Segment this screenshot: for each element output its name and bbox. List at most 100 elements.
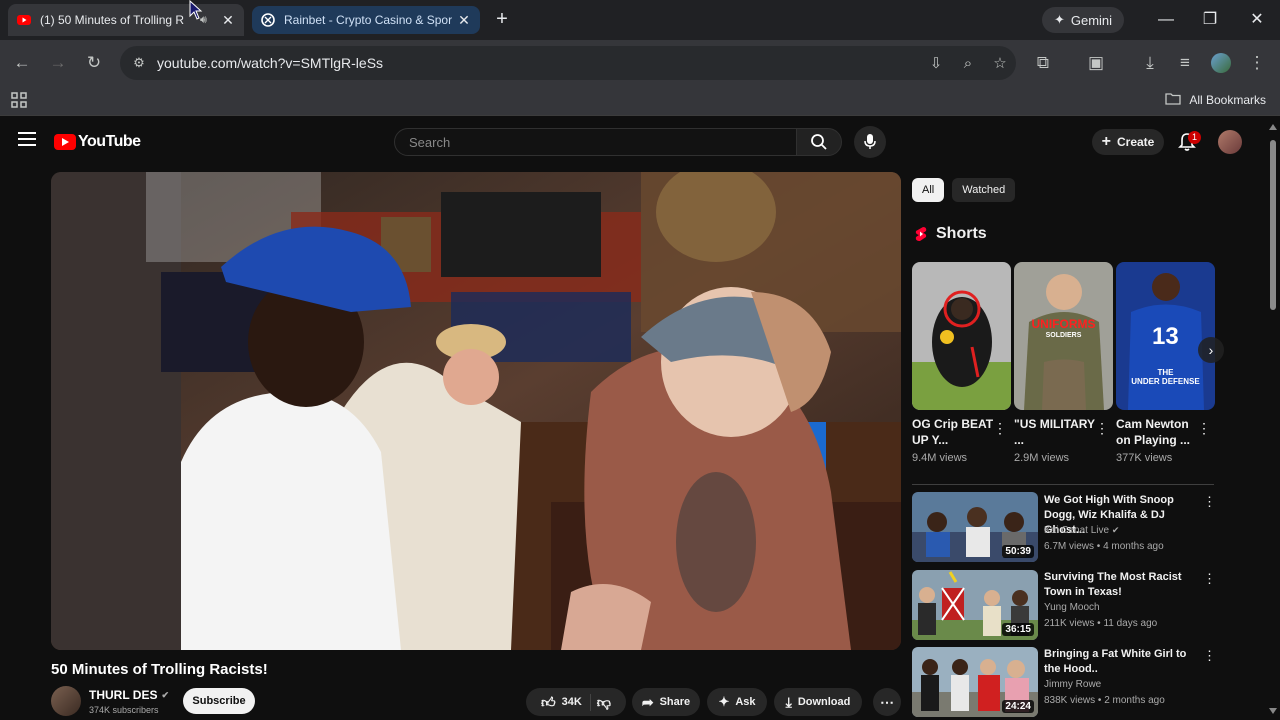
short-menu-icon[interactable]: ⋮ [993,420,1007,437]
video-duration: 50:39 [1002,545,1034,558]
profile-icon[interactable] [1210,52,1232,74]
download-button[interactable]: ⤓ Download [774,688,862,716]
shorts-icon [915,227,927,241]
youtube-logo[interactable]: YouTube [54,133,141,151]
short-views: 377K views [1116,452,1173,464]
search-input[interactable]: Search [394,128,797,156]
minimize-icon[interactable]: — [1156,10,1176,30]
sparkle-icon: ✦ [718,694,730,709]
back-icon[interactable]: ← [11,52,33,74]
verified-check-icon: ✔︎ [161,689,169,700]
mouse-cursor-icon [189,0,203,20]
close-tab-icon[interactable]: ✕ [456,12,472,28]
address-bar[interactable]: ⚙︎ youtube.com/watch?v=SMTlgR-leSs ⇩ ⌕ ☆ [120,46,1016,80]
restore-icon[interactable]: ❐ [1200,10,1220,30]
youtube-favicon-icon [16,12,32,28]
channel-name[interactable]: THURL DES ✔︎ [89,688,169,702]
sparkle-icon: ✦ [1053,12,1065,27]
short-thumbnail[interactable]: 13 THE UNDER DEFENSE [1116,262,1215,410]
short-title[interactable]: OG Crip BEAT UP Y... [912,416,994,448]
account-avatar[interactable] [1218,130,1242,154]
chip-watched[interactable]: Watched [952,178,1016,202]
hamburger-menu-icon[interactable] [18,132,36,148]
close-tab-icon[interactable]: ✕ [220,12,236,28]
forward-icon[interactable]: → [47,52,69,74]
short-overlay-text: UNIFORMS [1031,317,1096,331]
short-views: 9.4M views [912,452,968,464]
video-player[interactable] [51,172,901,650]
video-channel[interactable]: Yung Mooch [1044,602,1100,613]
short-menu-icon[interactable]: ⋮ [1095,420,1109,437]
video-thumbnail[interactable]: 36:15 [912,570,1038,640]
video-menu-icon[interactable]: ⋮ [1203,494,1216,510]
bookmarks-bar: All Bookmarks [0,86,1280,116]
plus-icon: + [1101,133,1111,150]
dislike-button[interactable]: 👎︎ [597,694,611,711]
video-title-link[interactable]: Bringing a Fat White Girl to the Hood.. [1044,647,1204,677]
short-overlay-text: SOLDIERS [1045,332,1082,339]
apps-grid-icon[interactable] [11,92,29,110]
media-controls-icon[interactable]: ≡ [1174,52,1196,74]
zoom-icon[interactable]: ⌕ [952,55,984,72]
tab-rainbet[interactable]: Rainbet - Crypto Casino & Spor ✕ [252,6,480,34]
video-channel[interactable]: Jimmy Rowe [1044,679,1101,690]
video-menu-icon[interactable]: ⋮ [1203,648,1216,664]
ask-button[interactable]: ✦ Ask [707,688,767,716]
all-bookmarks-button[interactable]: All Bookmarks [1165,92,1266,108]
install-app-icon[interactable]: ⇩ [920,54,952,72]
youtube-wordmark: YouTube [78,133,141,150]
downloads-icon[interactable]: ⤓ [1139,52,1161,74]
site-settings-icon[interactable]: ⚙︎ [124,55,154,71]
channel-avatar[interactable] [51,686,81,716]
short-thumbnail[interactable]: UNIFORMS SOLDIERS [1014,262,1113,410]
video-duration: 36:15 [1002,623,1034,636]
subscribe-button[interactable]: Subscribe [183,688,255,714]
chip-all[interactable]: All [912,178,945,202]
browser-toolbar: ← → ↻ ⚙︎ youtube.com/watch?v=SMTlgR-leSs… [0,40,1280,86]
short-menu-icon[interactable]: ⋮ [1197,420,1211,437]
video-menu-icon[interactable]: ⋮ [1203,571,1216,587]
extensions-icon[interactable]: ⧉ [1032,52,1054,74]
microphone-icon [864,134,876,149]
new-tab-icon[interactable]: + [492,9,512,30]
video-thumbnail[interactable]: 50:39 [912,492,1038,562]
like-dislike-group: 👍︎ 34K 👎︎ [526,688,626,716]
channel-name-label: THURL DES [89,688,158,702]
page-scrollbar[interactable] [1266,120,1280,720]
like-button[interactable]: 👍︎ 34K [541,693,591,711]
subscriber-count: 374K subscribers [89,705,159,715]
url-text[interactable]: youtube.com/watch?v=SMTlgR-leSs [157,55,920,71]
tab-youtube[interactable]: (1) 50 Minutes of Trolling R 🔊︎ ✕ [8,4,244,36]
like-count: 34K [561,696,582,708]
filter-chips: All Watched [912,178,1016,202]
search-button[interactable] [796,128,842,156]
scroll-up-arrow-icon[interactable] [1269,124,1277,130]
youtube-header: YouTube Search + Create [0,120,1266,164]
video-channel[interactable]: Kai Cenat Live ✔︎ [1044,525,1119,536]
create-button[interactable]: + Create [1092,129,1164,155]
scroll-down-arrow-icon[interactable] [1269,708,1277,714]
menu-kebab-icon[interactable]: ⋮ [1246,52,1268,74]
scrollbar-thumb[interactable] [1270,140,1276,310]
video-title-link[interactable]: Surviving The Most Racist Town in Texas! [1044,570,1204,600]
share-button[interactable]: ➦ Share [632,688,700,716]
voice-search-button[interactable] [854,126,886,158]
rainbet-favicon-icon [260,12,276,28]
short-thumbnail[interactable] [912,262,1011,410]
more-actions-button[interactable]: ⋯ [873,688,901,716]
youtube-play-icon [54,134,76,150]
gemini-button[interactable]: ✦ Gemini [1042,7,1124,33]
short-overlay-text: THE [1157,368,1174,377]
share-label: Share [659,696,691,708]
video-title: 50 Minutes of Trolling Racists! [51,661,268,678]
bookmark-star-icon[interactable]: ☆ [984,54,1016,72]
shorts-next-arrow-icon[interactable]: › [1198,337,1224,363]
short-title[interactable]: "US MILITARY ... [1014,416,1096,448]
reload-icon[interactable]: ↻ [83,52,105,74]
gemini-label: Gemini [1070,12,1113,28]
tab-search-icon[interactable]: ▣ [1085,52,1107,74]
close-window-icon[interactable]: ✕ [1247,10,1267,30]
video-thumbnail[interactable]: 24:24 [912,647,1038,717]
short-title[interactable]: Cam Newton on Playing ... [1116,416,1198,448]
short-overlay-text: UNDER DEFENSE [1131,377,1200,386]
